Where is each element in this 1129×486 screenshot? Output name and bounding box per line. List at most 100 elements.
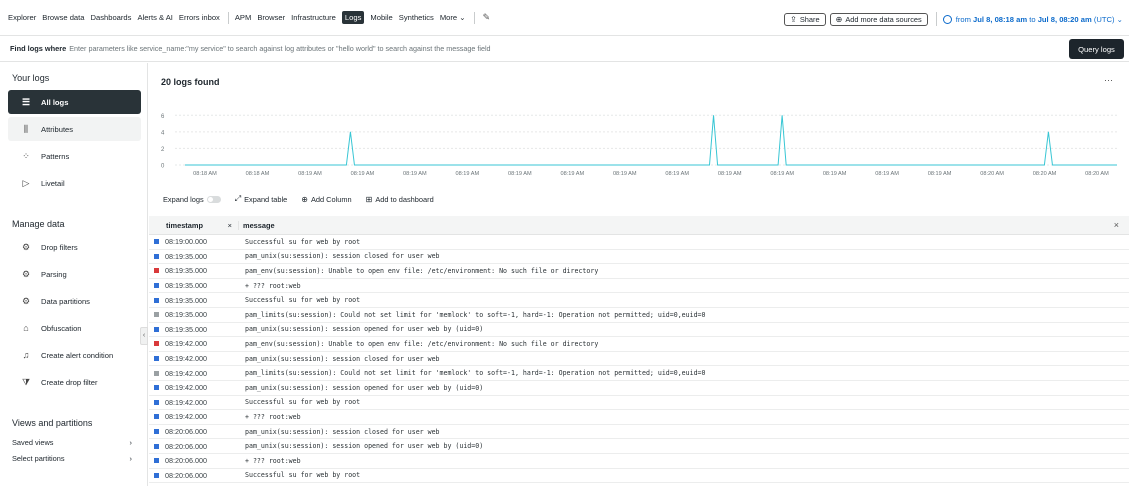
sidebar-item-all-logs[interactable]: ☰ All logs	[8, 90, 141, 114]
divider	[935, 12, 937, 26]
table-row[interactable]: 08:19:42.000 pam_limits(su:session): Coul…	[149, 366, 1129, 381]
y-tick-label: 0	[161, 164, 165, 170]
share-icon: ⇪	[790, 14, 797, 24]
table-row[interactable]: 08:19:35.000 pam_env(su:session): Unable …	[149, 264, 1129, 279]
add-column-button[interactable]: ⊕ Add Column	[301, 195, 351, 204]
sidebar-item-create-alert-condition[interactable]: ♫ Create alert condition	[8, 343, 141, 367]
log-level-indicator	[154, 385, 159, 391]
expand-icon: ⤢	[234, 194, 242, 203]
sidebar-item-livetail[interactable]: ▷ Livetail	[8, 171, 141, 195]
share-button[interactable]: ⇪ Share	[784, 12, 826, 26]
table-row[interactable]: 08:19:35.000 pam_unix(su:session): sessio…	[149, 250, 1129, 265]
clock-icon	[942, 14, 952, 24]
nav-alerts-ai[interactable]: Alerts & AI	[137, 13, 172, 22]
filter-icon: ⧩	[21, 376, 31, 387]
top-right-controls: ⇪ Share ⊕ Add more data sources from Jul…	[784, 12, 1123, 26]
sidebar-item-create-drop-filter[interactable]: ⧩ Create drop filter	[8, 370, 141, 394]
add-data-sources-button[interactable]: ⊕ Add more data sources	[829, 12, 928, 26]
sidebar-item-data-partitions[interactable]: ⚙ Data partitions	[8, 289, 141, 313]
time-start: Jul 8, 08:18 am	[973, 14, 1028, 24]
sidebar-item-label: Create drop filter	[41, 377, 98, 387]
close-icon[interactable]: ×	[1114, 220, 1119, 230]
timestamp-column-header[interactable]: timestamp ×	[149, 220, 239, 230]
nav-logs[interactable]: Logs	[341, 11, 365, 24]
x-tick-label: 08:19 AM	[560, 171, 584, 177]
query-logs-button[interactable]: Query logs	[1069, 39, 1124, 59]
table-row[interactable]: 08:20:06.000 pam_unix(su:session): sessio…	[149, 425, 1129, 440]
nav-apm[interactable]: APM	[235, 13, 251, 22]
nav-errors-inbox[interactable]: Errors inbox	[179, 13, 220, 22]
query-input[interactable]: Enter parameters like service_name:"my s…	[69, 44, 490, 53]
add-column-label: Add Column	[310, 194, 352, 204]
table-row[interactable]: 08:20:06.000 pam_unix(su:session): sessio…	[149, 439, 1129, 454]
toggle-switch[interactable]	[206, 195, 221, 203]
sidebar-item-patterns[interactable]: ⁘ Patterns	[8, 144, 141, 168]
add-to-dashboard-button[interactable]: ⊞ Add to dashboard	[366, 195, 434, 204]
sidebar-item-drop-filters[interactable]: ⚙ Drop filters	[8, 235, 141, 259]
x-tick-label: 08:19 AM	[928, 171, 952, 177]
row-timestamp: 08:19:42.000	[165, 383, 207, 393]
x-tick-label: 08:19 AM	[875, 171, 899, 177]
nav-synthetics[interactable]: Synthetics	[399, 13, 434, 22]
table-row[interactable]: 08:19:42.000 pam_unix(su:session): sessio…	[149, 381, 1129, 396]
table-row[interactable]: 08:19:35.000 Successful su for web by roo…	[149, 293, 1129, 308]
row-message: + ??? root:web	[245, 456, 301, 465]
table-row[interactable]: 08:19:35.000 + ??? root:web	[149, 279, 1129, 294]
nav-explorer[interactable]: Explorer	[8, 13, 36, 22]
nav-browser[interactable]: Browser	[257, 13, 285, 22]
table-row[interactable]: 08:19:35.000 pam_limits(su:session): Coul…	[149, 308, 1129, 323]
table-row[interactable]: 08:19:42.000 Successful su for web by roo…	[149, 396, 1129, 411]
table-row[interactable]: 08:20:06.000 + ??? root:web	[149, 454, 1129, 469]
collapse-sidebar-button[interactable]: ‹	[140, 327, 148, 345]
chevron-right-icon: ›	[129, 438, 132, 447]
row-message: Successful su for web by root	[245, 237, 361, 246]
select-partitions-link[interactable]: Select partitions ›	[12, 454, 132, 463]
time-picker[interactable]: from Jul 8, 08:18 am to Jul 8, 08:20 am …	[942, 14, 1123, 24]
nav-infrastructure[interactable]: Infrastructure	[291, 13, 336, 22]
nav-browse-data[interactable]: Browse data	[42, 13, 84, 22]
table-row[interactable]: 08:20:06.000 Successful su for web by roo…	[149, 469, 1129, 484]
x-tick-label: 08:19 AM	[823, 171, 847, 177]
x-tick-label: 08:20 AM	[1033, 171, 1057, 177]
close-icon[interactable]: ×	[228, 221, 232, 230]
row-timestamp: 08:19:35.000	[165, 295, 207, 305]
message-column-header[interactable]: message	[239, 221, 1129, 230]
row-message: + ??? root:web	[245, 412, 301, 421]
lock-icon: ⌂	[23, 323, 29, 333]
nav-divider	[227, 11, 229, 24]
nav-dashboards[interactable]: Dashboards	[91, 13, 132, 22]
expand-table-button[interactable]: ⤢ Expand table	[235, 194, 288, 204]
saved-views-link[interactable]: Saved views ›	[12, 438, 132, 447]
row-message: + ??? root:web	[245, 281, 301, 290]
row-message: pam_limits(su:session): Could not set li…	[245, 369, 706, 378]
table-row[interactable]: 08:19:42.000 pam_env(su:session): Unable …	[149, 337, 1129, 352]
table-toolbar: Expand logs ⤢ Expand table ⊕ Add Column …	[163, 194, 448, 204]
x-tick-label: 08:19 AM	[718, 171, 742, 177]
nav-mobile[interactable]: Mobile	[370, 13, 392, 22]
nav-more[interactable]: More ⌄	[440, 13, 466, 22]
saved-views-label: Saved views	[12, 438, 54, 447]
sidebar-item-obfuscation[interactable]: ⌂ Obfuscation	[8, 316, 141, 340]
more-options-icon[interactable]: ···	[1104, 75, 1113, 85]
x-tick-label: 08:19 AM	[351, 171, 375, 177]
table-row[interactable]: 08:19:35.000 pam_unix(su:session): sessio…	[149, 323, 1129, 338]
time-to: to	[1029, 14, 1036, 24]
sidebar: Your logs ☰ All logs ⫼ Attributes ⁘ Patt…	[0, 63, 148, 486]
row-message: Successful su for web by root	[245, 471, 361, 480]
table-row[interactable]: 08:19:42.000 pam_unix(su:session): sessio…	[149, 352, 1129, 367]
table-row[interactable]: 08:19:00.000 Successful su for web by roo…	[149, 235, 1129, 250]
sidebar-item-attributes[interactable]: ⫼ Attributes	[8, 117, 141, 141]
pencil-icon[interactable]: ✎	[483, 12, 491, 23]
row-message: pam_unix(su:session): session closed for…	[245, 354, 440, 363]
views-partitions-heading: Views and partitions	[12, 418, 93, 428]
log-level-indicator	[154, 268, 159, 274]
x-tick-label: 08:19 AM	[508, 171, 532, 177]
log-level-indicator	[154, 399, 159, 405]
row-message: pam_unix(su:session): session opened for…	[245, 325, 484, 334]
expand-logs-toggle[interactable]: Expand logs	[163, 195, 221, 204]
log-level-indicator	[154, 356, 159, 362]
table-row[interactable]: 08:19:42.000 + ??? root:web	[149, 410, 1129, 425]
x-tick-label: 08:19 AM	[456, 171, 480, 177]
sidebar-item-parsing[interactable]: ⚙ Parsing	[8, 262, 141, 286]
your-logs-heading: Your logs	[12, 73, 50, 83]
